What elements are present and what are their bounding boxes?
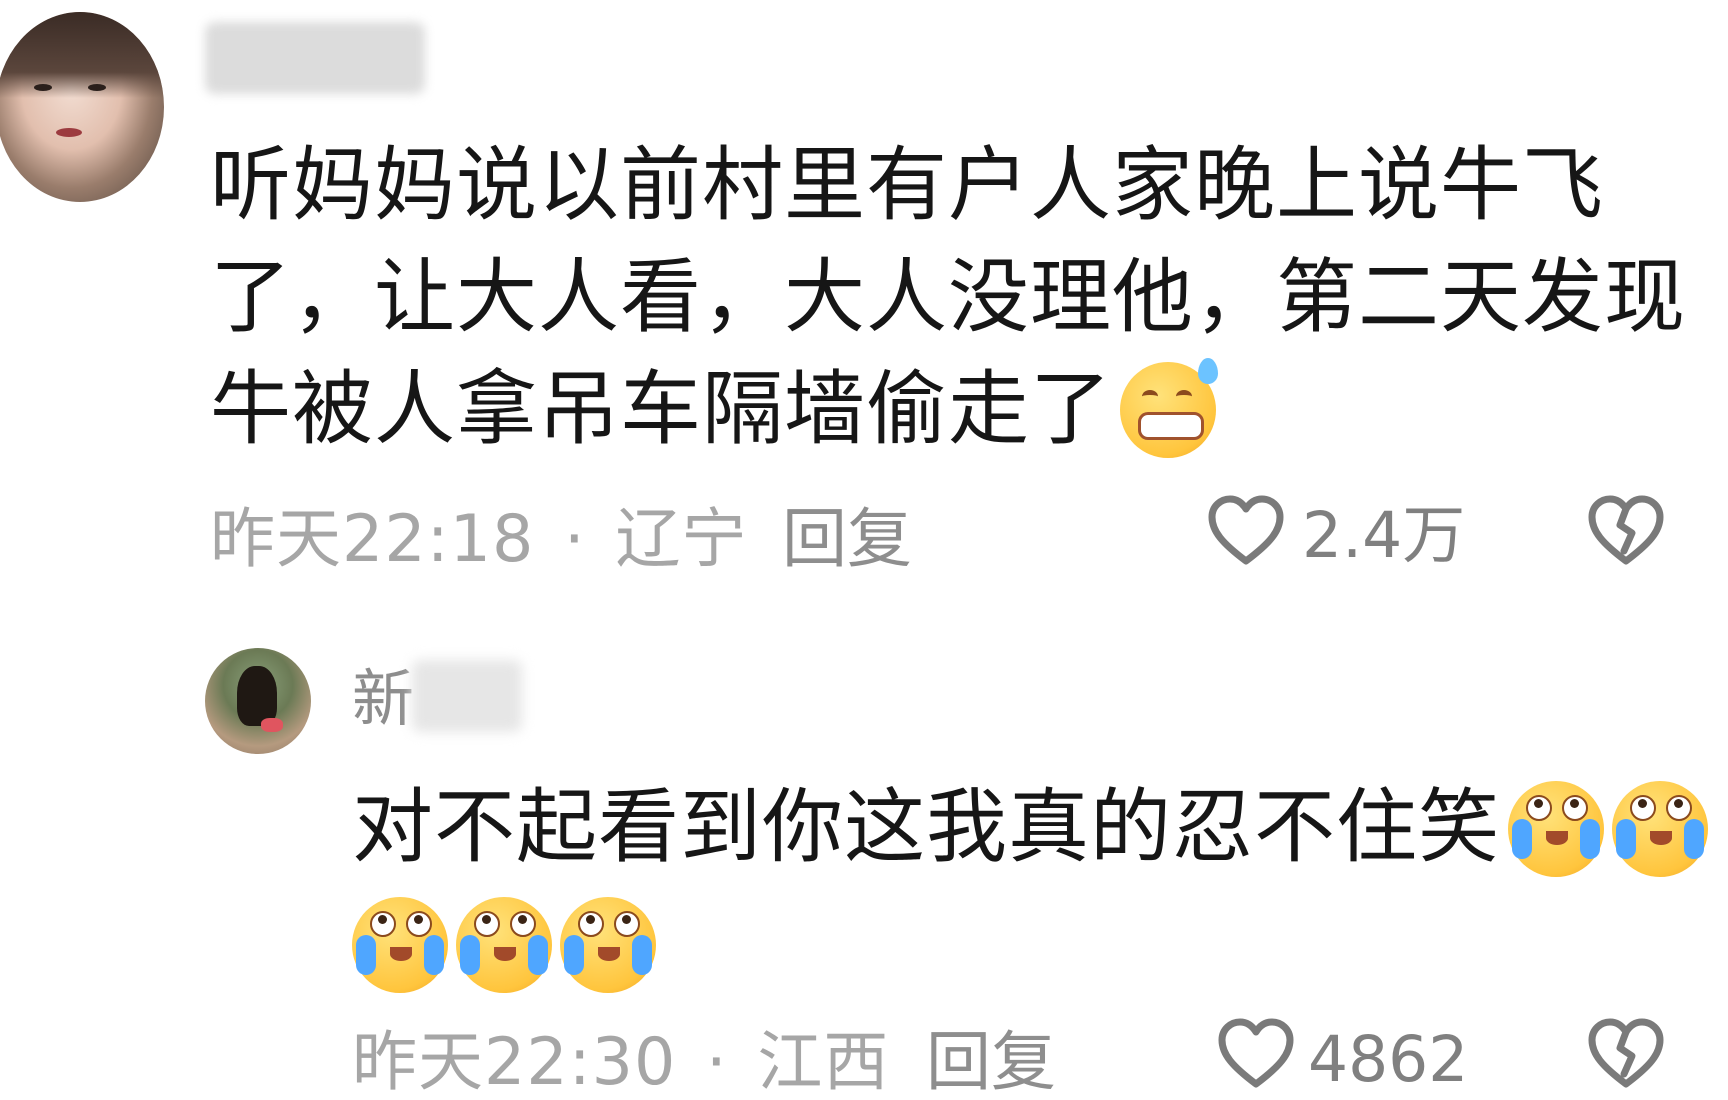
meta-separator: ·	[706, 1025, 728, 1100]
avatar-eye	[34, 84, 52, 91]
username[interactable]: 新	[352, 668, 414, 730]
comment-meta: 昨天22:18 · 辽宁	[210, 507, 747, 572]
comment-time: 昨天22:18	[210, 502, 535, 577]
like-count: 4862	[1308, 1023, 1469, 1096]
like-count: 2.4万	[1302, 499, 1466, 572]
reply-body: 对不起看到你这我真的忍不住笑	[352, 781, 1501, 875]
reply-meta: 昨天22:30 · 江西	[352, 1030, 889, 1095]
reply-button[interactable]: 回复	[782, 507, 912, 572]
crying-laughing-emoji	[1508, 781, 1605, 878]
avatar-hair	[0, 12, 164, 98]
avatar-eye	[88, 84, 106, 91]
like-heart-icon[interactable]	[1218, 1018, 1294, 1088]
reply-time: 昨天22:30	[352, 1025, 677, 1100]
dislike-broken-heart-icon[interactable]	[1588, 495, 1664, 565]
dislike-broken-heart-icon[interactable]	[1588, 1018, 1664, 1088]
avatar-mouth	[56, 128, 82, 137]
comment-text: 听妈妈说以前村里有户人家晚上说牛飞 了，让大人看，大人没理他，第二天发现 牛被人…	[210, 130, 1710, 466]
like-heart-icon[interactable]	[1208, 495, 1284, 565]
avatar-toy	[261, 718, 283, 732]
crying-laughing-emoji	[1612, 781, 1709, 878]
reply-text: 对不起看到你这我真的忍不住笑	[352, 770, 1712, 1002]
reply-location: 江西	[757, 1025, 890, 1100]
comment-location: 辽宁	[615, 502, 748, 577]
user-avatar[interactable]	[205, 648, 311, 754]
avatar-dog	[237, 666, 277, 726]
crying-laughing-emoji	[456, 897, 552, 994]
username-blurred	[412, 660, 522, 732]
username-blurred[interactable]	[205, 22, 425, 94]
comment-body: 听妈妈说以前村里有户人家晚上说牛飞 了，让大人看，大人没理他，第二天发现 牛被人…	[210, 139, 1687, 457]
meta-separator: ·	[564, 502, 586, 577]
grin-sweat-emoji	[1120, 358, 1219, 459]
reply-button[interactable]: 回复	[926, 1030, 1056, 1095]
user-avatar[interactable]	[0, 12, 164, 202]
crying-laughing-emoji	[560, 897, 656, 994]
crying-laughing-emoji	[352, 897, 448, 994]
